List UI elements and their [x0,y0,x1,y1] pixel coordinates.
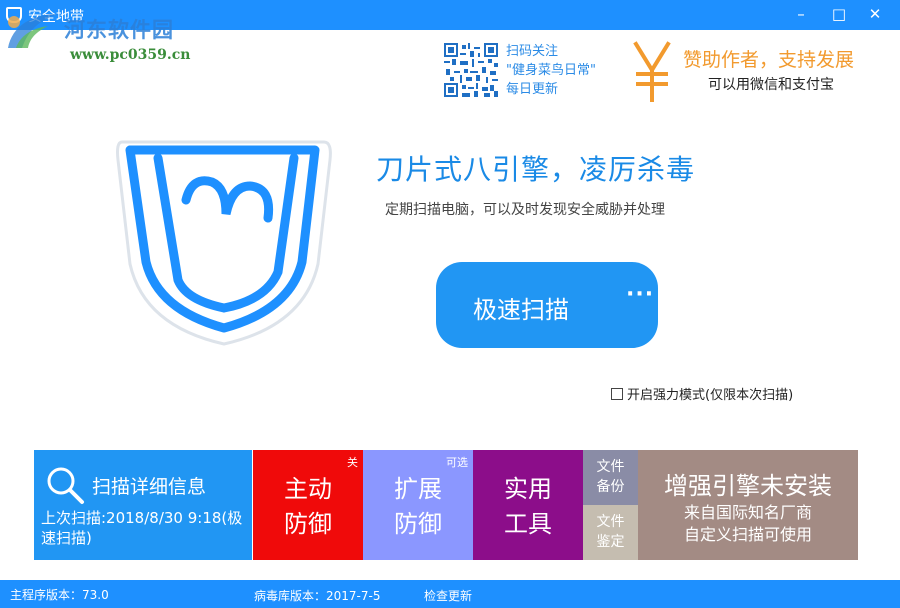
file-backup-tile[interactable]: 文件 备份 [583,450,638,505]
shield-logo-icon [116,140,332,346]
tile-label-line: 备份 [596,479,625,495]
restore-button[interactable]: □ [828,3,850,25]
engine-desc-line: 自定义扫描可使用 [683,525,812,544]
tile-label-line: 鉴定 [596,534,625,550]
extended-defense-label: 扩展 防御 [363,472,473,542]
qr-caption-line: "健身菜鸟日常" [506,63,596,78]
check-update-link[interactable]: 检查更新 [424,587,472,604]
subheadline: 定期扫描电脑，可以及时发现安全威胁并处理 [385,202,665,218]
active-defense-status-badge: 关 [347,456,358,469]
sponsor-subtitle: 可以用微信和支付宝 [708,77,834,93]
enhanced-engine-description: 来自国际知名厂商 自定义扫描可使用 [638,502,858,546]
virus-db-version: 病毒库版本：2017-7-5 [254,589,381,603]
headline: 刀片式八引擎，凌厉杀毒 [376,153,696,186]
utility-tools-label: 实用 工具 [473,472,583,542]
tile-label-line: 文件 [596,459,625,475]
close-button[interactable]: ✕ [864,3,886,25]
tile-label-line: 防御 [284,510,332,538]
tile-label-line: 防御 [394,510,442,538]
extended-defense-status-badge: 可选 [446,456,468,469]
file-verify-tile[interactable]: 文件 鉴定 [583,505,638,560]
active-defense-label: 主动 防御 [253,472,363,542]
yen-icon [633,41,671,102]
watermark-logo-icon [8,14,58,48]
strong-mode-label: 开启强力模式(仅限本次扫描) [627,388,794,403]
search-icon [47,467,84,504]
enhanced-engine-tile[interactable]: 增强引擎未安装 来自国际知名厂商 自定义扫描可使用 [638,450,858,560]
scan-details-title: 扫描详细信息 [92,476,207,498]
utility-tools-tile[interactable]: 实用 工具 [473,450,583,560]
sponsor-title[interactable]: 赞助作者，支持发展 [683,45,854,72]
last-scan-info: 上次扫描:2018/8/30 9:18(极速扫描) [41,509,243,547]
tile-label-line: 工具 [504,510,552,538]
qr-caption-line: 每日更新 [506,82,559,97]
tile-label-line: 主动 [284,475,332,503]
quick-scan-label: 极速扫描 [473,296,569,324]
tile-label-line: 实用 [504,475,552,503]
tile-label-line: 扩展 [394,475,442,503]
tile-label-line: 文件 [596,514,625,530]
app-window: 安全地带 – □ ✕ 河东软件园 www.pc0359.cn 扫码关注 "健身菜… [0,0,900,608]
enhanced-engine-title: 增强引擎未安装 [664,472,832,500]
engine-desc-line: 来自国际知名厂商 [683,503,812,522]
scan-details-tile[interactable]: 扫描详细信息 上次扫描:2018/8/30 9:18(极速扫描) [34,450,252,560]
qr-caption-line: 扫码关注 [506,44,559,59]
quick-scan-button[interactable]: 极速扫描 ··· [436,262,658,348]
watermark-url: www.pc0359.cn [70,47,191,63]
qr-code-icon [444,43,498,97]
active-defense-tile[interactable]: 关 主动 防御 [253,450,363,560]
minimize-button[interactable]: – [790,3,812,25]
checkbox-box[interactable] [611,388,623,400]
extended-defense-tile[interactable]: 可选 扩展 防御 [363,450,473,560]
status-bar: 主程序版本：73.0 病毒库版本：2017-7-5 检查更新 [0,580,900,608]
more-options-icon[interactable]: ··· [626,282,654,307]
strong-mode-checkbox[interactable]: 开启强力模式(仅限本次扫描) [611,384,793,403]
watermark-title: 河东软件园 [64,17,174,42]
program-version: 主程序版本：73.0 [10,588,109,602]
qr-caption: 扫码关注 "健身菜鸟日常" 每日更新 [506,42,596,99]
